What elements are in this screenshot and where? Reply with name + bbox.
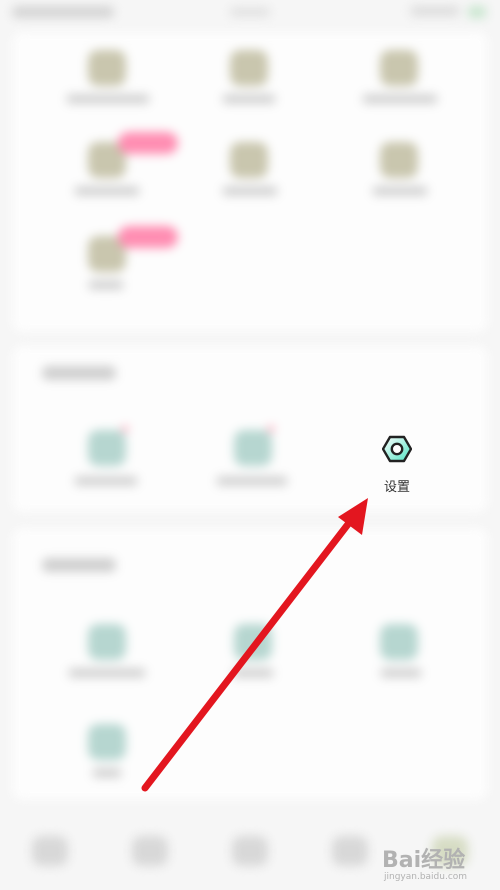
red-pointer-arrow xyxy=(141,498,368,792)
watermark-logo: Bai经验 xyxy=(382,848,466,873)
baidu-jingyan-watermark: Bai经验 jingyan.baidu.com xyxy=(378,836,500,890)
watermark-url: jingyan.baidu.com xyxy=(384,872,468,882)
